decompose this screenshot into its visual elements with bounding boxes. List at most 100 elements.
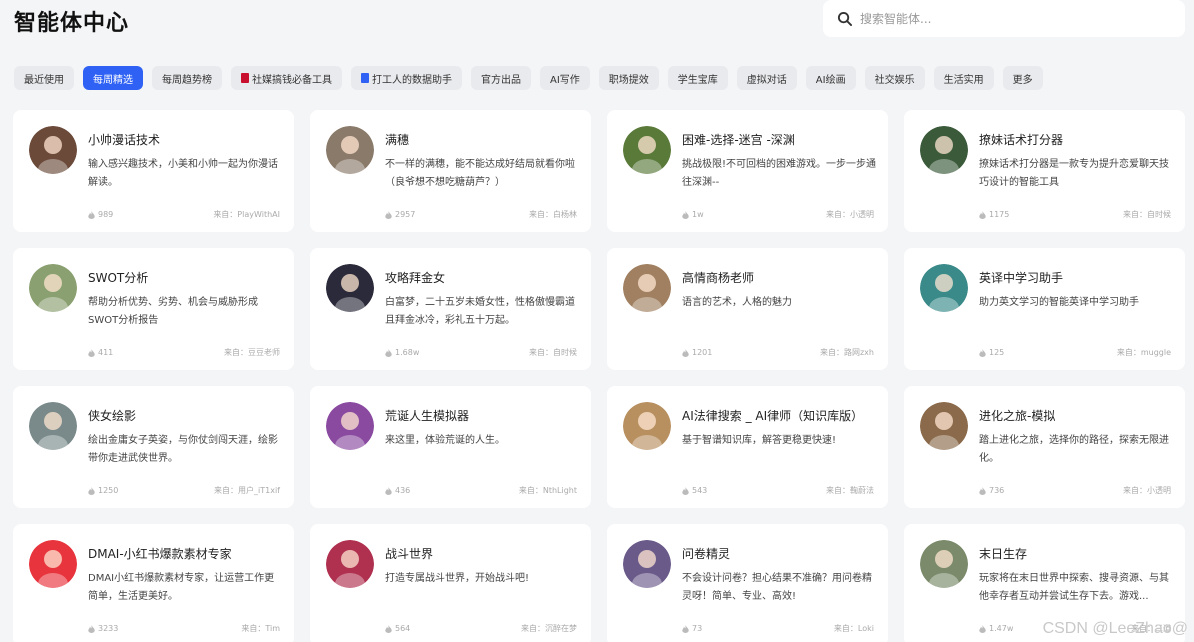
agent-card[interactable]: SWOT分析 帮助分析优势、劣势、机会与威胁形成SWOT分析报告 411 来自：豆豆老… — [13, 248, 294, 370]
agent-card[interactable]: 高情商杨老师 语言的艺术，人格的魅力 1201 来自：路网zxh — [607, 248, 888, 370]
flame-icon — [682, 624, 689, 633]
card-footer: 1.68w 来自：自时候 — [385, 347, 577, 358]
usage-stat: 1250 — [88, 486, 118, 495]
card-source: 来自：Tim — [241, 624, 280, 633]
agent-card[interactable]: 问卷精灵 不会设计问卷？担心结果不准确？用问卷精灵呀！简单、专业、高效! 73 来自：… — [607, 524, 888, 642]
card-title: 满穗 — [385, 133, 410, 147]
usage-count: 1.47w — [989, 624, 1014, 633]
card-description: 语言的艺术，人格的魅力 — [682, 297, 792, 308]
avatar — [623, 126, 671, 174]
agent-card[interactable]: 进化之旅-模拟 踏上进化之旅，选择你的路径，探索无限进化。 736 来自：小透明 — [904, 386, 1185, 508]
card-source: 来自：NthLight — [518, 486, 577, 495]
flame-icon — [979, 348, 986, 357]
card-title: 攻略拜金女 — [385, 271, 446, 285]
agent-card[interactable]: 战斗世界 打造专属战斗世界，开始战斗吧! 564 来自：沉醉在梦 — [310, 524, 591, 642]
avatar — [29, 126, 77, 174]
card-footer: 564 来自：沉醉在梦 — [385, 623, 577, 634]
card-description: 绘出金庸女子英姿，与你仗剑闯天涯，绘影带你走进武侠世界。 — [88, 435, 278, 464]
agent-card[interactable]: 英译中学习助手助力英文学习的智能英译中学习助手 125 来自：muggle — [904, 248, 1185, 370]
card-description: 输入感兴趣技术，小美和小帅一起为你漫话解读。 — [88, 159, 278, 188]
search-box[interactable] — [823, 0, 1185, 37]
agent-card[interactable]: AI法律搜索 _ AI律师（知识库版） 基于智谱知识库，解答更稳更快速! 543 来自… — [607, 386, 888, 508]
usage-stat: 1.68w — [385, 348, 419, 357]
red-book-icon — [241, 73, 249, 83]
usage-count: 736 — [989, 486, 1005, 495]
card-description: 基于智谱知识库，解答更稳更快速! — [682, 435, 837, 446]
tab-4[interactable]: 打工人的数据助手 — [351, 66, 462, 90]
avatar — [623, 540, 671, 588]
tab-label: 社媒搞钱必备工具 — [252, 74, 332, 86]
tab-6[interactable]: AI写作 — [540, 66, 590, 90]
agent-card[interactable]: DMAI-小红书爆款素材专家 DMAI小红书爆款素材专家，让运营工作更简单，生活更… — [13, 524, 294, 642]
usage-count: 73 — [692, 624, 703, 633]
card-description: 不会设计问卷？担心结果不准确？用问卷精灵呀！简单、专业、高效! — [682, 573, 872, 602]
category-tabs: 最近使用 每周精选 每周趋势榜 社媒搞钱必备工具 打工人的数据助手 官方出品 AI写作 职场提… — [14, 66, 1043, 90]
card-footer: 1w 来自：小透明 — [682, 209, 874, 220]
usage-count: 543 — [692, 486, 708, 495]
usage-count: 1w — [692, 210, 704, 219]
tab-13[interactable]: 更多 — [1002, 66, 1043, 90]
tab-label: 每周趋势榜 — [162, 74, 212, 86]
card-description: 来这里，体验荒诞的人生。 — [385, 435, 505, 446]
flame-icon — [385, 210, 392, 219]
flame-icon — [88, 348, 95, 357]
agent-card[interactable]: 侠女绘影 绘出金庸女子英姿，与你仗剑闯天涯，绘影带你走进武侠世界。 1250 来自：用… — [13, 386, 294, 508]
agent-card[interactable]: 荒诞人生模拟器来这里，体验荒诞的人生。 436 来自：NthLight — [310, 386, 591, 508]
tab-7[interactable]: 职场提效 — [598, 66, 659, 90]
tab-1[interactable]: 每周精选 — [83, 66, 143, 90]
tab-2[interactable]: 每周趋势榜 — [152, 66, 222, 90]
tab-9[interactable]: 虚拟对话 — [736, 66, 797, 90]
usage-count: 1201 — [692, 348, 713, 357]
card-description: 不一样的满穗，能不能达成好结局就看你啦（良爷想不想吃糖葫芦？） — [385, 159, 575, 188]
search-input[interactable] — [860, 11, 1160, 26]
usage-count: 1250 — [98, 486, 119, 495]
usage-stat: 73 — [682, 624, 702, 633]
card-source: 来自：豆豆老师 — [224, 348, 280, 357]
avatar — [920, 402, 968, 450]
tab-10[interactable]: AI绘画 — [805, 66, 856, 90]
usage-stat: 1w — [682, 210, 704, 219]
tab-label: AI绘画 — [815, 74, 846, 86]
card-description: 助力英文学习的智能英译中学习助手 — [979, 297, 1139, 308]
avatar — [326, 540, 374, 588]
avatar — [326, 126, 374, 174]
agent-card[interactable]: 满穗 不一样的满穗，能不能达成好结局就看你啦（良爷想不想吃糖葫芦？） 2957 来自：… — [310, 110, 591, 232]
bar-chart-icon — [361, 73, 369, 83]
page-title: 智能体中心 — [14, 11, 130, 36]
card-title: 末日生存 — [979, 547, 1028, 561]
tab-11[interactable]: 社交娱乐 — [864, 66, 925, 90]
card-source: 来自：PlayWithAI — [213, 210, 280, 219]
tab-label: 最近使用 — [24, 74, 64, 86]
agent-card[interactable]: 小帅漫话技术 输入感兴趣技术，小美和小帅一起为你漫话解读。 989 来自：PlayWi… — [13, 110, 294, 232]
tab-5[interactable]: 官方出品 — [471, 66, 531, 90]
card-source: 来自：Loki — [833, 624, 874, 633]
agent-card[interactable]: 攻略拜金女 白富梦，二十五岁未婚女性，性格傲慢霸道且拜金冰冷，彩礼五十万起。 1.6… — [310, 248, 591, 370]
card-footer: 73 来自：Loki — [682, 623, 874, 634]
avatar — [920, 126, 968, 174]
tab-12[interactable]: 生活实用 — [933, 66, 994, 90]
usage-count: 436 — [395, 486, 411, 495]
tab-label: 更多 — [1012, 74, 1033, 86]
card-description: DMAI小红书爆款素材专家，让运营工作更简单，生活更美好。 — [88, 573, 275, 602]
card-footer: 543 来自：鞠蔚法 — [682, 485, 874, 496]
usage-count: 1175 — [989, 210, 1010, 219]
card-title: 战斗世界 — [385, 547, 434, 561]
usage-count: 3233 — [98, 624, 119, 633]
agent-card[interactable]: 撩妹话术打分器 撩妹话术打分器是一款专为提升恋爱聊天技巧设计的智能工具 1175 来自… — [904, 110, 1185, 232]
card-title: 英译中学习助手 — [979, 271, 1064, 285]
avatar — [623, 402, 671, 450]
card-description: 挑战极限!不可回档的困难游戏。一步一步通往深渊-- — [682, 159, 876, 188]
card-source: 来自：muggle — [1116, 348, 1171, 357]
tab-0[interactable]: 最近使用 — [14, 66, 74, 90]
usage-count: 2957 — [395, 210, 416, 219]
tab-8[interactable]: 学生宝库 — [667, 66, 728, 90]
tab-3[interactable]: 社媒搞钱必备工具 — [231, 66, 342, 90]
flame-icon — [385, 624, 392, 633]
agent-card[interactable]: 困难-选择-迷宫 -深渊 挑战极限!不可回档的困难游戏。一步一步通往深渊-- 1w 来… — [607, 110, 888, 232]
card-title: 高情商杨老师 — [682, 271, 755, 285]
card-title: 侠女绘影 — [88, 409, 137, 423]
usage-count: 411 — [98, 348, 114, 357]
usage-count: 125 — [989, 348, 1005, 357]
flame-icon — [682, 486, 689, 495]
card-title: 荒诞人生模拟器 — [385, 409, 470, 423]
